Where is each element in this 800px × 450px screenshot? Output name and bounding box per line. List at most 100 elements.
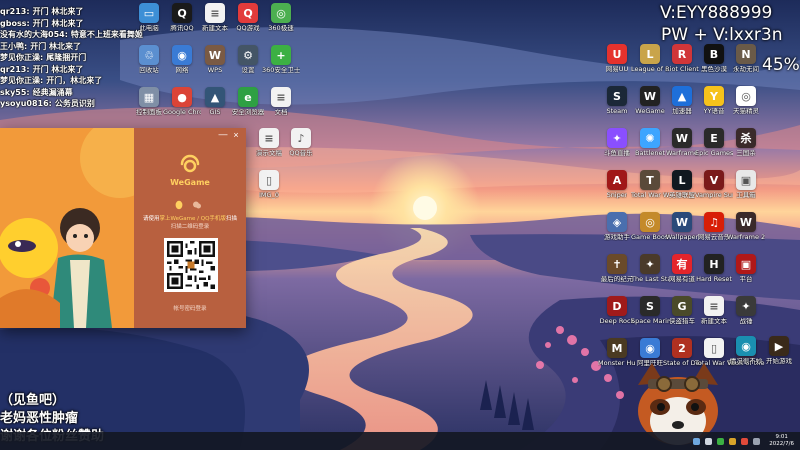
gis-icon: ▲ (205, 87, 225, 107)
warframe-icon: W (672, 128, 692, 148)
desktop-shortcut-label: Battlenet (634, 150, 665, 157)
wechat-login-icon[interactable] (192, 197, 202, 209)
chat-text: 尾隆捆开门 (46, 53, 87, 62)
security-360-icon: + (271, 45, 291, 65)
taskbar-clock[interactable]: 9:01 2022/7/6 (769, 434, 794, 448)
desktop-shortcut-label: 加速器 (672, 108, 692, 115)
chat-text: 经典漏涌幕 (32, 87, 73, 97)
gta-icon: G (672, 296, 692, 316)
platform-icon: ▣ (736, 254, 756, 274)
input-method-tray-icon[interactable] (741, 437, 749, 445)
chat-text: 开门，林北来了 (46, 76, 103, 85)
desktop-shortcut-label: IMG_0 (259, 192, 279, 199)
desktop-shortcut-label: 网易云音乐 (697, 234, 731, 241)
desktop-shortcut-label: 360安全卫士 (262, 67, 300, 74)
desktop-shortcut-label: QQ音乐 (289, 150, 313, 157)
desktop-shortcut[interactable]: ≡ 文档 (262, 87, 300, 127)
chat-username: 没有水的大海054: (0, 30, 68, 39)
desktop-shortcut-label: 网易UU (605, 66, 629, 73)
desktop-shortcut-label: WeGame (635, 108, 665, 115)
desktop-shortcut-label: Steam (606, 108, 628, 115)
document-icon: ≡ (271, 87, 291, 107)
sanguosha-icon: 杀 (736, 128, 756, 148)
desktop-shortcut[interactable]: ▣ 工具箱 (727, 170, 765, 210)
volume-tray-icon[interactable] (705, 437, 713, 445)
desktop-shortcut-label: 网络 (175, 67, 189, 74)
accelerator-icon: ▲ (672, 86, 692, 106)
desktop-shortcut-label: 腾讯QQ (170, 25, 194, 32)
overlay-contact-v: V:EYY888999 (660, 3, 773, 23)
desktop-shortcut-label: 情况很不妙 (729, 358, 763, 365)
desktop-shortcut-label: Warframe (666, 150, 698, 157)
desktop-shortcut-label: 回收站 (139, 67, 159, 74)
lol-icon: L (640, 44, 660, 64)
epic-icon: E (704, 128, 724, 148)
desktop-shortcut[interactable]: +360安全卫士 (262, 45, 300, 85)
desktop-shortcut-label: 游戏助手 (604, 234, 630, 241)
desktop-shortcut-label: YY语音 (703, 108, 725, 115)
battlenet-icon: ✺ (640, 128, 660, 148)
desktop-shortcut[interactable]: ♪ QQ音乐 (282, 128, 320, 168)
wallpaper-icon: W (672, 212, 692, 232)
chat-username: qr213: (0, 64, 30, 74)
desktop-shortcut[interactable]: ◎ 天猫精灵 (727, 86, 765, 126)
desktop-shortcut-label: Riot Client (665, 66, 699, 73)
wegame-icon: W (640, 86, 660, 106)
wegame-logo-icon (180, 154, 200, 173)
battery-tray-icon[interactable] (753, 437, 761, 445)
chat-message: 梦见你正澡: 开门，林北来了 (0, 75, 140, 87)
desktop-shortcut-label: 开始游戏 (766, 358, 792, 365)
douyu-icon: ✦ (607, 128, 627, 148)
desktop-shortcut-label: 此电脑 (139, 25, 159, 32)
game-helper-icon: ◈ (607, 212, 627, 232)
clock-date: 2022/7/6 (769, 441, 794, 447)
settings-icon: ⚙ (238, 45, 258, 65)
qq-login-icon[interactable] (174, 197, 184, 210)
wegame-login-panel: — × WeGame 请使用掌上WeGame / QQ手机版扫描 扫描二维码登录 (134, 128, 246, 328)
control-panel-icon: ▦ (139, 87, 159, 107)
overlay-line: 老妈恶性肿瘤 (0, 411, 79, 426)
desktop-shortcut[interactable]: 杀三国杀 (727, 128, 765, 168)
monster-hunter-icon: M (607, 338, 627, 358)
safe-browser-icon: e (238, 87, 258, 107)
qq-music-icon: ♪ (291, 128, 311, 148)
recycle-bin-icon: ♲ (139, 45, 159, 65)
taskbar: 9:01 2022/7/6 (0, 432, 800, 450)
wechat-tray-icon[interactable] (717, 437, 725, 445)
desktop-shortcut[interactable]: ▯ IMG_0 (250, 170, 288, 210)
chat-username: ysoyu0816: (0, 99, 52, 108)
desktop-shortcut[interactable]: N 永劫无间 (727, 44, 765, 84)
desktop-shortcut-label: 永劫无间 (733, 66, 759, 73)
account-password-login-link[interactable]: 帐号密码登录 (134, 304, 246, 312)
desktop-shortcut[interactable]: ▶ 开始游戏 (760, 336, 798, 376)
space-marine-icon: S (640, 296, 660, 316)
close-button[interactable]: × (231, 130, 241, 140)
desktop-shortcut-label: 网易有道 (669, 276, 695, 283)
minimize-button[interactable]: — (218, 129, 228, 139)
chat-text: 开门 林北来了 (32, 7, 84, 16)
wegame-brand-name: WeGame (170, 178, 210, 187)
desktop-shortcut-label: 黑色沙漠 (701, 66, 727, 73)
steam-icon: S (607, 86, 627, 106)
desktop-shortcut[interactable]: ◎ 360极速 (262, 3, 300, 43)
chat-message: qr213: 开门 林北来了 (0, 64, 140, 76)
desktop-shortcut-label: 工具箱 (736, 192, 756, 199)
chat-message: 王小鸭: 开门 林北来了 (0, 41, 140, 53)
desktop-shortcut-label: 三国杀 (736, 150, 756, 157)
desktop-shortcut[interactable]: ✦ 战锤 (727, 296, 765, 336)
qq-tray-icon[interactable] (729, 437, 737, 445)
desktop-shortcut[interactable]: W Warframe 2.0 (727, 212, 765, 252)
chat-username: 梦见你正澡: (0, 76, 44, 85)
chat-username: sky55: (0, 87, 30, 97)
qr-scan-instruction: 请使用掌上WeGame / QQ手机版扫描 (134, 214, 246, 222)
riot-icon: R (672, 44, 692, 64)
desktop-shortcut[interactable]: ▣ 平台 (727, 254, 765, 294)
uu-booster-icon: U (607, 44, 627, 64)
chat-message: 梦见你正澡: 尾隆捆开门 (0, 52, 140, 64)
chat-message: ysoyu0816: 公务员识别 (0, 98, 140, 110)
network-icon: ◉ (172, 45, 192, 65)
naraka-icon: N (736, 44, 756, 64)
wps-icon: W (205, 45, 225, 65)
warframe2-icon: W (736, 212, 756, 232)
network-tray-icon[interactable] (693, 437, 701, 445)
